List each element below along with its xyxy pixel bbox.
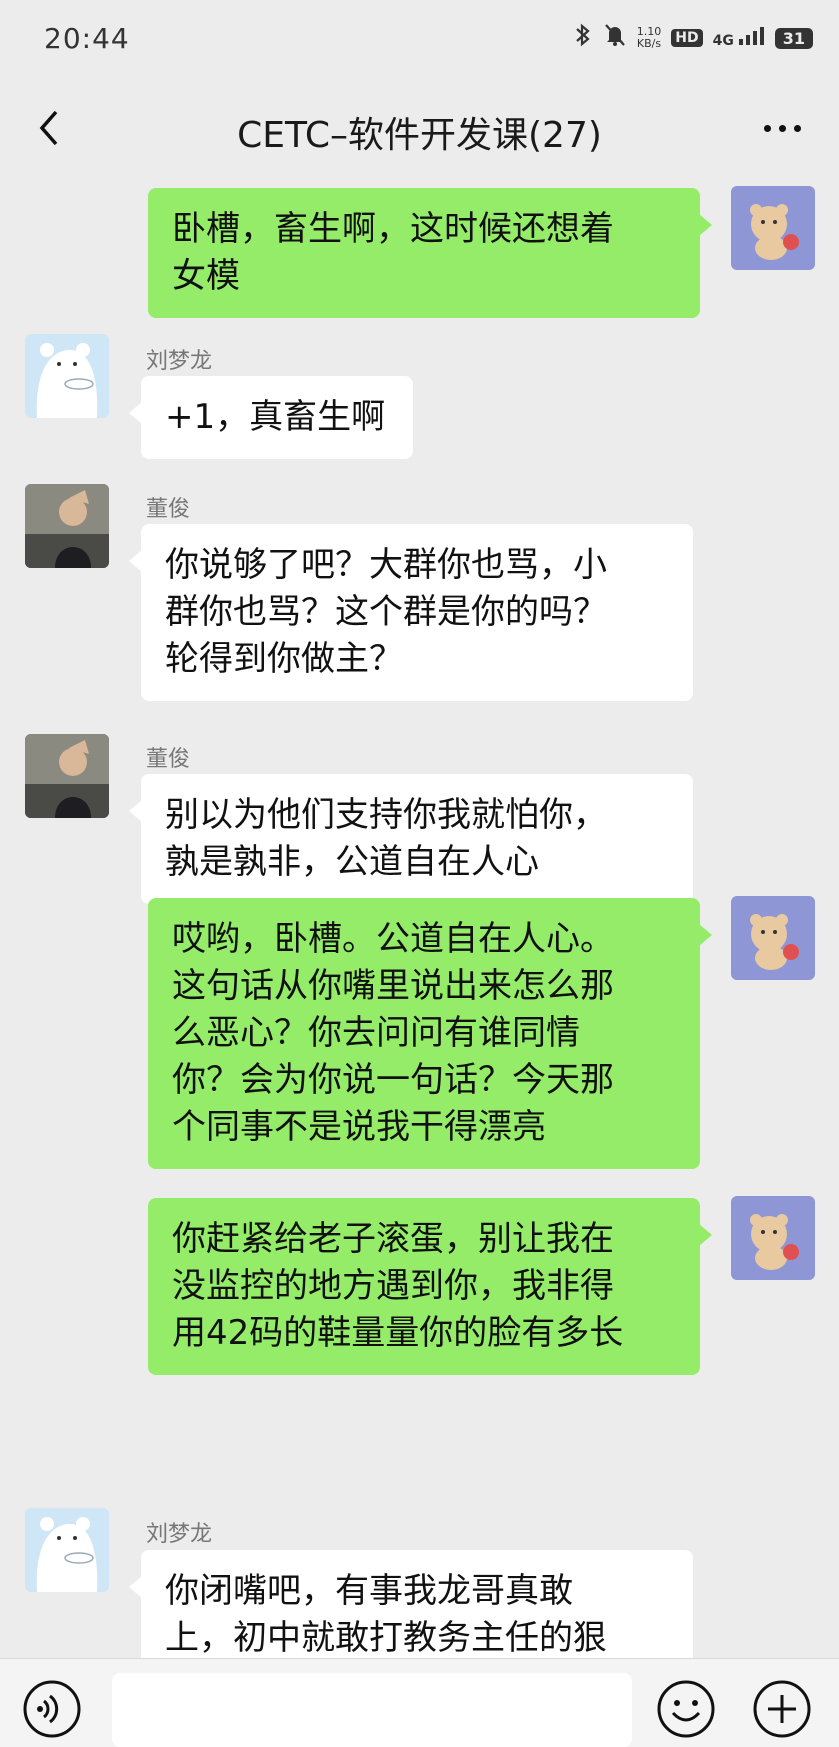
bear-sticker-avatar-icon [750, 914, 799, 970]
message-list[interactable]: 卧槽，畜生啊，这时候还想着 女模 刘梦龙 +1，真畜生啊 董俊 你说够了吧？大群… [0, 178, 839, 1658]
more-actions-button[interactable] [752, 1679, 812, 1739]
voice-icon [23, 1680, 81, 1738]
my-avatar[interactable] [731, 186, 815, 270]
message-bubble-outgoing[interactable]: 卧槽，畜生啊，这时候还想着 女模 [148, 188, 712, 318]
status-icons: 1.10 KB/s HD 4G 31 [573, 22, 813, 54]
message-bubble-incoming[interactable]: 你说够了吧？大群你也骂，小 群你也骂？这个群是你的吗？ 轮得到你做主？ [129, 524, 693, 701]
message-input[interactable] [112, 1673, 632, 1747]
hd-badge: HD [671, 29, 703, 47]
more-dot-icon [763, 124, 771, 132]
mute-bell-icon [603, 22, 627, 54]
message-bubble-incoming[interactable]: +1，真畜生啊 [129, 376, 413, 459]
bear-sticker-avatar-icon [750, 1214, 799, 1270]
sender-name: 董俊 [146, 497, 191, 522]
message-bubble-incoming[interactable]: 别以为他们支持你我就怕你， 孰是孰非，公道自在人心 [129, 774, 693, 904]
more-dot-icon [793, 124, 801, 132]
bluetooth-icon [573, 22, 593, 54]
sender-name: 董俊 [146, 747, 191, 772]
status-time: 20:44 [44, 22, 130, 55]
net-speed-unit: KB/s [636, 37, 662, 50]
bear-sticker-avatar-icon [750, 204, 799, 260]
sender-avatar[interactable] [25, 1508, 109, 1592]
sender-avatar[interactable] [25, 734, 109, 818]
smiley-icon [657, 1680, 715, 1738]
person-photo-avatar-icon [25, 734, 109, 818]
chat-header: CETC–软件开发课(27) [0, 80, 839, 178]
emoji-button[interactable] [656, 1679, 716, 1739]
more-dot-icon [778, 124, 786, 132]
my-avatar[interactable] [731, 896, 815, 980]
voice-input-button[interactable] [22, 1679, 82, 1739]
net-speed: 1.10 KB/s [637, 26, 662, 50]
status-bar: 20:44 1.10 KB/s HD 4G 31 [0, 0, 839, 80]
signal-4g-icon: 4G [713, 27, 765, 49]
plus-icon [753, 1680, 811, 1738]
more-options-button[interactable] [747, 100, 817, 156]
polar-bear-avatar-icon [36, 1517, 98, 1592]
person-photo-avatar-icon [25, 484, 109, 568]
message-bubble-incoming[interactable]: 你闭嘴吧，有事我龙哥真敢 上，初中就敢打教务主任的狠 [129, 1550, 693, 1658]
sender-avatar[interactable] [25, 334, 109, 418]
polar-bear-avatar-icon [36, 343, 98, 418]
sender-name: 刘梦龙 [146, 1522, 213, 1547]
sender-avatar[interactable] [25, 484, 109, 568]
battery-indicator: 31 [774, 27, 813, 49]
network-label: 4G [712, 33, 734, 49]
my-avatar[interactable] [731, 1196, 815, 1280]
message-bubble-outgoing[interactable]: 你赶紧给老子滚蛋，别让我在 没监控的地方遇到你，我非得 用42码的鞋量量你的脸有… [148, 1198, 712, 1375]
message-bubble-outgoing[interactable]: 哎哟，卧槽。公道自在人心。 这句话从你嘴里说出来怎么那 么恶心？你去问问有谁同情… [148, 898, 712, 1169]
chat-title: CETC–软件开发课(27) [237, 115, 602, 156]
input-bar [0, 1658, 839, 1747]
sender-name: 刘梦龙 [146, 349, 213, 374]
